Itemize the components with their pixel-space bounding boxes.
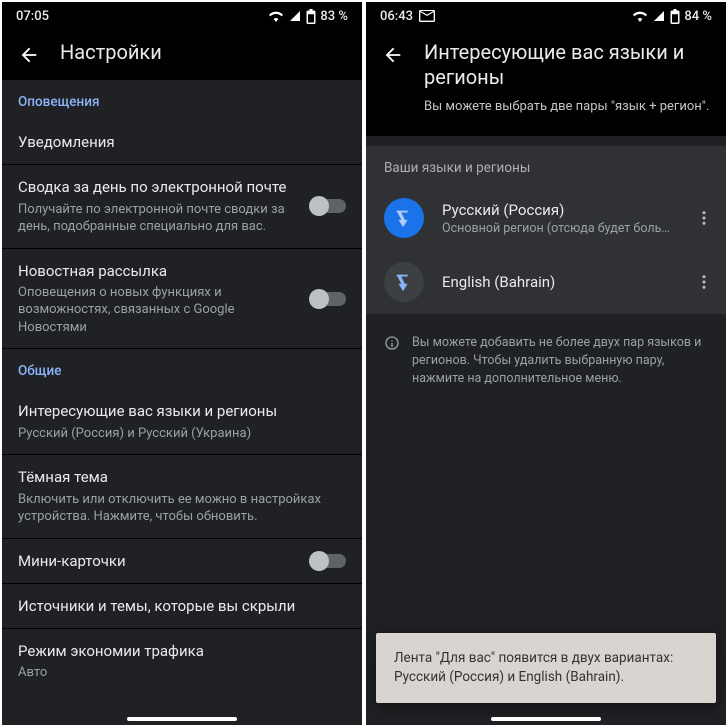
status-bar: 06:43 84 %: [366, 2, 726, 30]
list-header: Ваши языки и регионы: [366, 152, 726, 186]
status-time: 07:05: [16, 9, 49, 24]
page-title: Настройки: [60, 40, 346, 65]
row-title: Уведомления: [18, 132, 346, 152]
appbar: Настройки: [2, 30, 362, 80]
toast-text: Лента "Для вас" появится в двух варианта…: [394, 650, 673, 685]
language-sub: Основной регион (отсюда будет больше …: [442, 221, 674, 236]
mail-icon: [419, 10, 435, 22]
info-icon: [384, 335, 400, 351]
toast: Лента "Для вас" появится в двух варианта…: [376, 633, 716, 703]
battery-icon: [306, 9, 316, 24]
row-languages[interactable]: Интересующие вас языки и регионы Русский…: [2, 389, 362, 455]
signal-icon: [652, 10, 666, 22]
language-row-secondary[interactable]: English (Bahrain): [366, 250, 726, 314]
row-sub: Русский (Россия) и Русский (Украина): [18, 425, 346, 443]
toggle-daily-digest[interactable]: [312, 199, 346, 213]
back-icon[interactable]: [382, 44, 404, 66]
language-icon: [384, 198, 424, 238]
page-subtitle: Вы можете выбрать две пары "язык + регио…: [424, 98, 710, 116]
row-newsletter[interactable]: Новостная рассылка Оповещения о новых фу…: [2, 249, 362, 350]
info-text: Вы можете добавить не более двух пар язы…: [412, 334, 708, 388]
toggle-mini-cards[interactable]: [312, 554, 346, 568]
row-sub: Авто: [18, 664, 346, 682]
row-data-saver[interactable]: Режим экономии трафика Авто: [2, 629, 362, 694]
info-block: Вы можете добавить не более двух пар язы…: [366, 316, 726, 388]
status-right: 83 %: [268, 9, 348, 24]
settings-list: Оповещения Уведомления Сводка за день по…: [2, 80, 362, 725]
signal-icon: [288, 10, 302, 22]
phone-left-settings: 07:05 83 % Настройки Оповещения Уведомле…: [2, 2, 362, 725]
battery-icon: [670, 9, 680, 24]
row-hidden-sources[interactable]: Источники и темы, которые вы скрыли: [2, 584, 362, 629]
wifi-icon: [632, 10, 648, 22]
row-sub: Включить или отключить ее можно в настро…: [18, 491, 346, 526]
row-dark-theme[interactable]: Тёмная тема Включить или отключить ее мо…: [2, 455, 362, 538]
section-alerts: Оповещения: [2, 80, 362, 120]
page-title: Интересующие вас языки и регионы: [424, 40, 710, 90]
row-title: Интересующие вас языки и регионы: [18, 401, 346, 421]
language-icon: [384, 262, 424, 302]
row-title: Сводка за день по электронной почте: [18, 177, 300, 197]
status-time: 06:43: [380, 9, 413, 24]
back-icon[interactable]: [18, 44, 40, 66]
row-title: Мини-карточки: [18, 551, 300, 571]
row-daily-digest[interactable]: Сводка за день по электронной почте Полу…: [2, 165, 362, 248]
row-sub: Оповещения о новых функциях и возможност…: [18, 284, 300, 337]
nav-handle[interactable]: [491, 717, 601, 721]
languages-card: Ваши языки и регионы Русский (Россия) Ос…: [366, 146, 726, 314]
row-sub: Получайте по электронной почте сводки за…: [18, 201, 300, 236]
section-general: Общие: [2, 349, 362, 389]
row-mini-cards[interactable]: Мини-карточки: [2, 539, 362, 584]
language-title: Русский (Россия): [442, 201, 674, 219]
row-title: Режим экономии трафика: [18, 641, 346, 661]
status-bar: 07:05 83 %: [2, 2, 362, 30]
toggle-newsletter[interactable]: [312, 292, 346, 306]
status-battery: 84 %: [684, 9, 712, 24]
wifi-icon: [268, 10, 284, 22]
row-title: Тёмная тема: [18, 467, 346, 487]
phone-right-languages: 06:43 84 % Интересующие вас языки и реги…: [366, 2, 726, 725]
more-icon[interactable]: [692, 270, 716, 294]
row-title: Источники и темы, которые вы скрыли: [18, 596, 346, 616]
status-battery: 83 %: [320, 9, 348, 24]
language-row-primary[interactable]: Русский (Россия) Основной регион (отсюда…: [366, 186, 726, 250]
row-title: Новостная рассылка: [18, 261, 300, 281]
row-notifications[interactable]: Уведомления: [2, 120, 362, 165]
appbar: Интересующие вас языки и регионы Вы може…: [366, 30, 726, 136]
more-icon[interactable]: [692, 206, 716, 230]
nav-handle[interactable]: [127, 717, 237, 721]
status-right: 84 %: [632, 9, 712, 24]
language-title: English (Bahrain): [442, 273, 674, 291]
